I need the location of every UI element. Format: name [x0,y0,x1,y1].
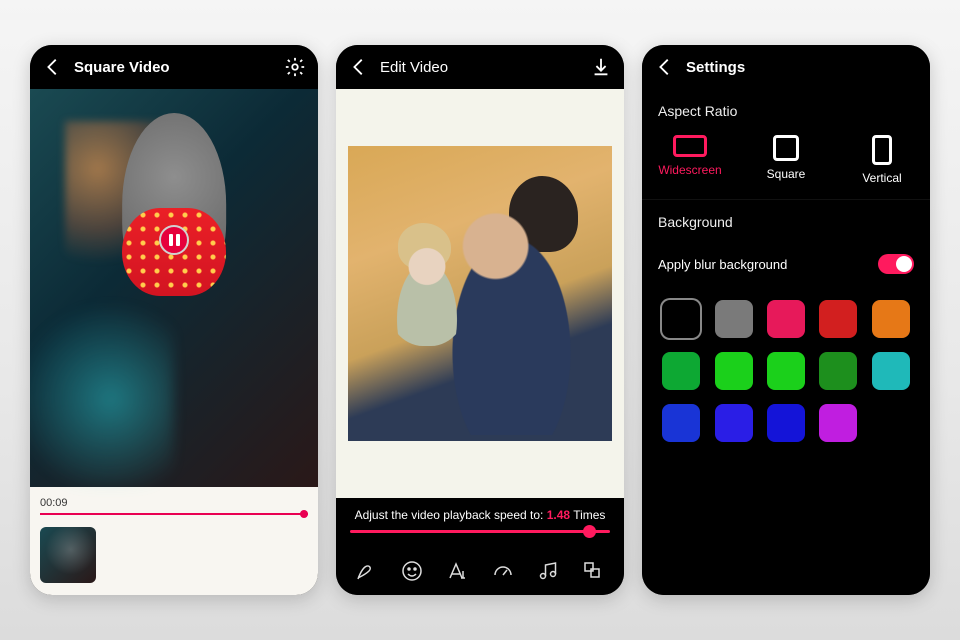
topbar: Edit Video [336,45,624,89]
speed-label: Adjust the video playback speed to: 1.48… [355,508,606,522]
color-swatch[interactable] [767,352,805,390]
clip-thumbnail[interactable] [40,527,96,583]
video-preview[interactable] [30,89,318,487]
screen-settings: Settings Aspect Ratio Widescreen Square … [642,45,930,595]
blur-toggle[interactable] [878,254,914,274]
blur-row: Apply blur background [642,240,930,288]
pause-button[interactable] [159,225,189,255]
color-swatch[interactable] [662,404,700,442]
aspect-ratio-heading: Aspect Ratio [642,89,930,129]
aspect-ratio-group: Widescreen Square Vertical [642,129,930,200]
timestamp-label: 00:09 [40,497,308,509]
color-swatch[interactable] [715,352,753,390]
color-swatch[interactable] [767,404,805,442]
download-icon[interactable] [590,56,612,78]
back-icon[interactable] [348,56,370,78]
color-swatch[interactable] [819,352,857,390]
back-icon[interactable] [654,56,676,78]
emoji-icon[interactable] [400,559,424,583]
color-swatch[interactable] [872,352,910,390]
screen-square-video: Square Video 00:09 [30,45,318,595]
settings-body: Aspect Ratio Widescreen Square Vertical … [642,89,930,595]
screen-title: Edit Video [380,59,580,76]
draw-icon[interactable] [355,559,379,583]
color-swatch[interactable] [819,300,857,338]
timeline-area: 00:09 [30,487,318,595]
topbar: Square Video [30,45,318,89]
color-palette [642,288,930,454]
speed-icon[interactable] [491,559,515,583]
scrubber[interactable] [40,513,308,515]
color-swatch[interactable] [819,404,857,442]
speed-panel: Adjust the video playback speed to: 1.48… [336,498,624,547]
screen-edit-video: Edit Video Adjust the video playback spe… [336,45,624,595]
color-swatch[interactable] [662,352,700,390]
ratio-widescreen[interactable]: Widescreen [655,135,725,185]
screen-title: Square Video [74,59,274,76]
topbar: Settings [642,45,930,89]
blur-label: Apply blur background [658,257,787,272]
vertical-icon [872,135,892,165]
color-swatch[interactable] [715,404,753,442]
square-icon [773,135,799,161]
music-icon[interactable] [536,559,560,583]
screen-title: Settings [686,59,918,76]
ratio-vertical[interactable]: Vertical [847,135,917,185]
tool-bar [336,547,624,595]
color-swatch[interactable] [872,300,910,338]
background-heading: Background [642,200,930,240]
color-swatch[interactable] [715,300,753,338]
back-icon[interactable] [42,56,64,78]
speed-value: 1.48 [547,508,570,522]
ratio-square[interactable]: Square [751,135,821,185]
speed-slider[interactable] [350,530,610,533]
video-canvas[interactable] [336,89,624,498]
widescreen-icon [673,135,707,157]
text-icon[interactable] [445,559,469,583]
color-swatch[interactable] [662,300,700,338]
gear-icon[interactable] [284,56,306,78]
layout-icon[interactable] [581,559,605,583]
color-swatch[interactable] [767,300,805,338]
